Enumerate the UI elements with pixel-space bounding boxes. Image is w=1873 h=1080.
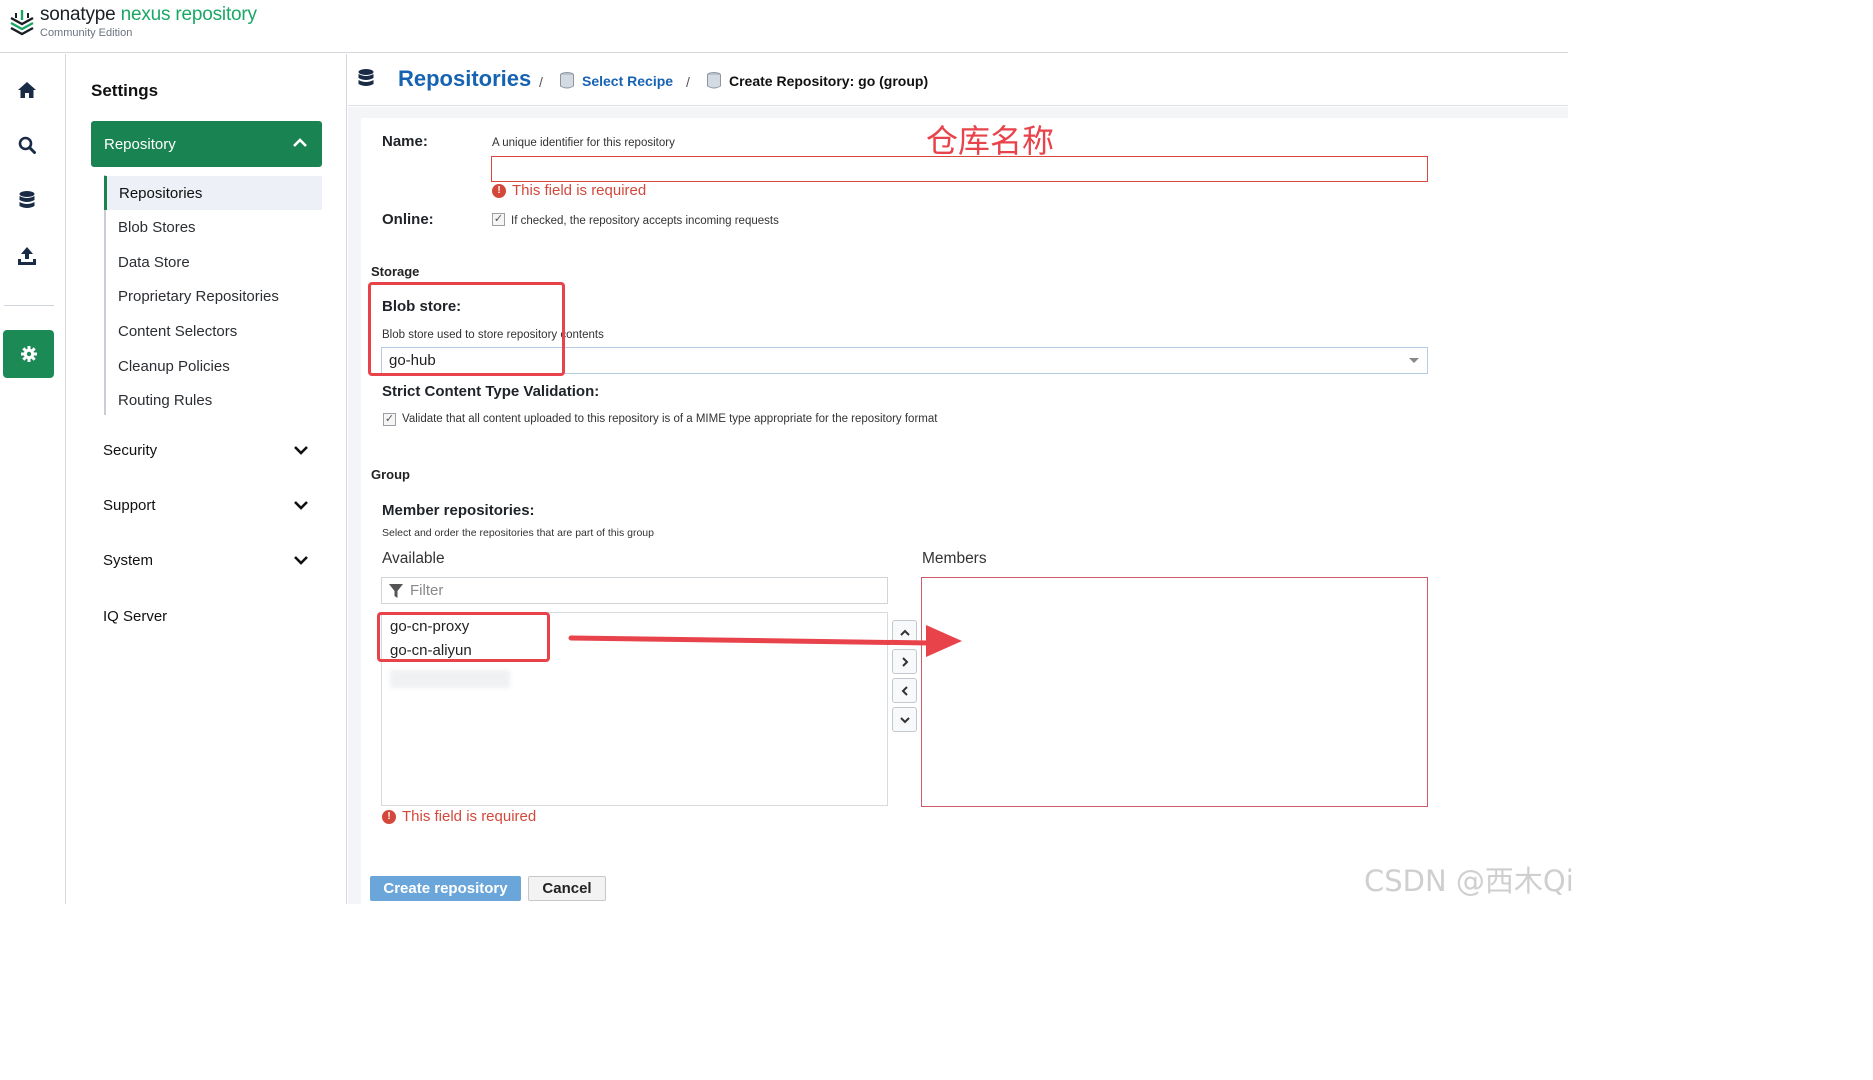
chevron-up-icon: [293, 138, 307, 147]
name-label: Name:: [382, 133, 428, 150]
annotation-blob-box: [368, 282, 565, 376]
sidebar-item-blob-stores[interactable]: Blob Stores: [104, 210, 322, 244]
create-repository-button[interactable]: Create repository: [370, 876, 521, 901]
name-error-text: This field is required: [512, 182, 647, 199]
members-error-text: This field is required: [402, 808, 537, 825]
breadcrumb-separator: /: [686, 74, 690, 90]
annotation-available-box: [377, 612, 550, 662]
sidebar-item-label: Content Selectors: [118, 322, 238, 340]
annotation-arrow-icon: [568, 625, 962, 657]
strict-validation-label: Strict Content Type Validation:: [382, 383, 600, 400]
chevron-down-icon: [294, 446, 308, 455]
cylinder-icon: [560, 72, 574, 89]
home-icon: [18, 82, 36, 98]
brand-name-part1: sonatype: [40, 4, 116, 25]
repository-section-label: Repository: [104, 135, 176, 153]
sidebar-item-label: Routing Rules: [118, 391, 213, 409]
members-list[interactable]: [921, 577, 1428, 807]
edition-label: Community Edition: [40, 27, 133, 39]
settings-title: Settings: [91, 81, 159, 100]
sidebar-section-iq-server[interactable]: IQ Server: [103, 601, 323, 631]
members-error: ! This field is required: [382, 808, 536, 825]
move-down-button[interactable]: [892, 707, 917, 732]
app-header: sonatype nexus repository Community Edit…: [0, 0, 1568, 53]
home-button[interactable]: [9, 72, 45, 108]
sidebar-item-label: Cleanup Policies: [118, 357, 230, 375]
sidebar-item-content-selectors[interactable]: Content Selectors: [104, 314, 322, 348]
sidebar-section-support[interactable]: Support: [103, 490, 323, 520]
filter-icon: [389, 583, 403, 598]
available-column-label: Available: [382, 550, 445, 567]
search-icon: [18, 136, 36, 154]
sidebar-item-label: Data Store: [118, 253, 190, 271]
repository-section-header[interactable]: Repository: [91, 121, 322, 167]
dropdown-caret-icon: [1409, 358, 1419, 363]
annotation-name-note: 仓库名称: [926, 122, 1055, 160]
error-icon: !: [382, 809, 396, 824]
sidebar-item-label: Proprietary Repositories: [118, 287, 279, 305]
cylinder-icon: [707, 72, 721, 89]
upload-button[interactable]: [9, 238, 45, 274]
members-column-label: Members: [922, 550, 987, 567]
settings-button[interactable]: [3, 330, 54, 378]
brand-name-part2: nexus repository: [120, 4, 257, 25]
chevron-down-icon: [294, 556, 308, 565]
filter-input[interactable]: Filter: [381, 577, 888, 604]
name-help: A unique identifier for this repository: [492, 137, 675, 149]
sidebar-item-cleanup-policies[interactable]: Cleanup Policies: [104, 349, 322, 383]
member-repositories-help: Select and order the repositories that a…: [382, 527, 654, 539]
gear-icon: [20, 346, 37, 362]
search-button[interactable]: [9, 127, 45, 163]
sidebar-section-label: Support: [103, 496, 156, 514]
browse-button[interactable]: [9, 182, 45, 218]
sidebar-item-proprietary-repositories[interactable]: Proprietary Repositories: [104, 279, 322, 313]
filter-placeholder: Filter: [410, 582, 444, 599]
settings-sidebar: Settings Repository Repositories Blob St…: [67, 54, 347, 904]
upload-icon: [18, 247, 36, 265]
blurred-list-item: [390, 670, 510, 688]
chevron-down-icon: [899, 716, 910, 723]
rail-divider: [4, 305, 54, 306]
chevron-down-icon: [294, 501, 308, 510]
brand-name[interactable]: sonatype nexus repository: [40, 4, 257, 26]
breadcrumb-separator: /: [539, 74, 543, 90]
member-repositories-label: Member repositories:: [382, 502, 535, 519]
sidebar-item-label: Blob Stores: [118, 218, 196, 236]
storage-section-title: Storage: [371, 264, 420, 279]
sidebar-item-data-store[interactable]: Data Store: [104, 245, 322, 279]
icon-rail: [0, 54, 66, 904]
sonatype-logo-icon: [10, 10, 34, 36]
strict-validation-checkbox[interactable]: ✓: [383, 413, 396, 426]
breadcrumb-select-recipe[interactable]: Select Recipe: [582, 73, 673, 89]
sidebar-section-label: System: [103, 551, 154, 569]
group-section-title: Group: [371, 467, 410, 482]
database-icon: [19, 191, 35, 208]
watermark: CSDN @西木Qi: [1364, 864, 1574, 898]
sidebar-item-label: Repositories: [119, 184, 203, 202]
online-checkbox[interactable]: ✓: [492, 213, 505, 226]
sidebar-item-routing-rules[interactable]: Routing Rules: [104, 383, 322, 417]
sidebar-section-label: Security: [103, 441, 158, 459]
database-icon: [358, 69, 374, 86]
breadcrumb-create-repository: Create Repository: go (group): [729, 73, 929, 89]
cancel-button[interactable]: Cancel: [528, 876, 606, 901]
name-error: ! This field is required: [492, 182, 646, 199]
online-help: If checked, the repository accepts incom…: [511, 215, 779, 227]
breadcrumb: Repositories / Select Recipe / Create Re…: [348, 54, 1568, 106]
strict-validation-help: Validate that all content uploaded to th…: [402, 413, 938, 425]
breadcrumb-repositories[interactable]: Repositories: [398, 66, 531, 92]
sidebar-section-security[interactable]: Security: [103, 435, 323, 465]
remove-member-button[interactable]: [892, 678, 917, 703]
online-label: Online:: [382, 211, 434, 228]
sidebar-section-label: IQ Server: [103, 607, 168, 625]
sidebar-item-repositories[interactable]: Repositories: [104, 176, 322, 210]
sidebar-section-system[interactable]: System: [103, 545, 323, 575]
error-icon: !: [492, 183, 506, 198]
chevron-left-icon: [901, 685, 908, 696]
